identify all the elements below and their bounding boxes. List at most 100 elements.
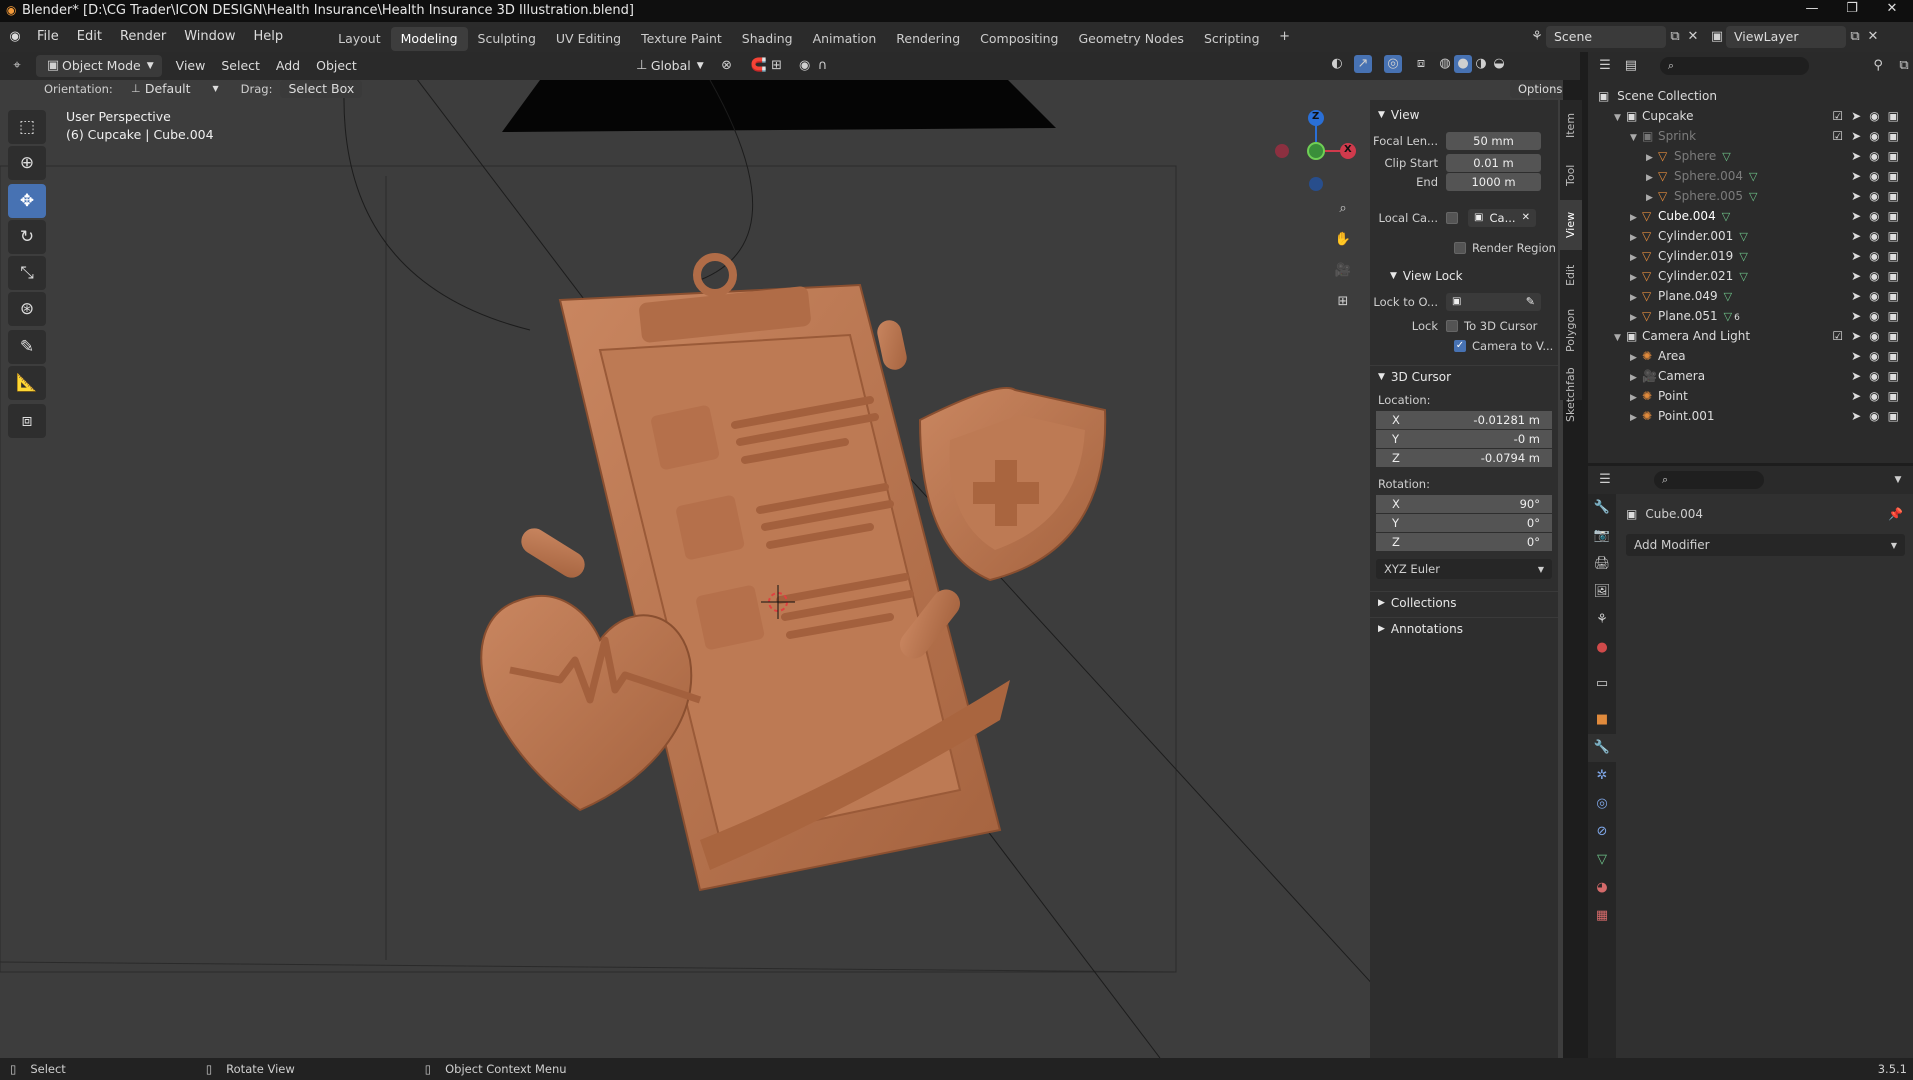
new-collection-icon[interactable]: ⧉ [1895,57,1913,75]
mesh-data-icon[interactable]: ▽ [1724,290,1732,303]
outliner-row[interactable]: ▶ ▽ Sphere.004 ▽ ➤◉▣ [1588,166,1913,186]
properties-editor-icon[interactable]: ☰ [1596,471,1614,489]
orientation-selector[interactable]: ⊥ Default ▼ [119,80,227,98]
expand-right-icon[interactable]: ▶ [1630,268,1642,288]
tool-tab-icon[interactable]: 🔧 [1588,494,1616,522]
viewlayer-selector[interactable]: ViewLayer [1726,26,1846,48]
mesh-data-icon[interactable]: ▽ [1724,310,1732,323]
expand-right-icon[interactable]: ▶ [1630,388,1642,408]
tab-view[interactable]: View [1560,200,1582,250]
mesh-data-icon[interactable]: ▽ [1722,210,1730,223]
lock-to-object-field[interactable]: ▣ ✎ [1446,293,1541,311]
outliner-row[interactable]: ▼ ▣ Cupcake ☑➤◉▣ [1588,106,1913,126]
expand-right-icon[interactable]: ▶ [1646,188,1658,208]
to-3d-cursor-checkbox[interactable] [1446,320,1458,332]
outliner-editor-icon[interactable]: ☰ [1596,57,1614,75]
expand-right-icon[interactable]: ▶ [1630,248,1642,268]
menu-edit[interactable]: Edit [68,22,111,52]
expand-right-icon[interactable]: ▶ [1630,368,1642,388]
outliner-row[interactable]: ▶ ▽ Cylinder.021 ▽ ➤◉▣ [1588,266,1913,286]
location-y-field[interactable]: Y -0 m [1376,430,1552,448]
menu-help[interactable]: Help [245,22,293,52]
menu-window[interactable]: Window [175,22,244,52]
physics-tab-icon[interactable]: ◎ [1588,790,1616,818]
outliner-row[interactable]: ▶ ✺ Point ➤◉▣ [1588,386,1913,406]
minimize-button[interactable]: — [1792,1,1832,21]
tab-sketchfab[interactable]: Sketchfab [1560,360,1582,430]
location-x-field[interactable]: X -0.01281 m [1376,411,1552,429]
outliner-row[interactable]: ▶ ▽ Cube.004 ▽ ➤◉▣ [1588,206,1913,226]
texture-tab-icon[interactable]: ▦ [1588,902,1616,930]
move-tool-icon[interactable]: ✥ [8,184,46,218]
editor-type-icon[interactable]: ⌖ [8,57,26,75]
add-workspace-icon[interactable]: + [1276,28,1294,46]
overlay-icon[interactable]: ◎ [1384,55,1402,73]
scene-pin-icon[interactable]: ⧉ [1666,28,1684,46]
options-button[interactable]: Options [1510,80,1563,98]
expand-right-icon[interactable]: ▶ [1646,168,1658,188]
mesh-data-icon[interactable]: ▽ [1722,150,1730,163]
tab-compositing[interactable]: Compositing [970,27,1068,51]
visibility-toggles[interactable]: ☑➤◉▣ [1832,106,1907,126]
viewport-menu-add[interactable]: Add [268,55,308,77]
transform-tool-icon[interactable]: ⊛ [8,292,46,326]
zoom-icon[interactable]: ⌕ [1330,196,1356,222]
tab-uv-editing[interactable]: UV Editing [546,27,631,51]
modifier-tab-icon[interactable]: 🔧 [1588,734,1616,762]
visibility-toggles[interactable]: ➤◉▣ [1851,406,1907,426]
chevron-down-icon[interactable]: ▼ [1889,471,1907,489]
outliner-row[interactable]: ▶ ▽ Cylinder.019 ▽ ➤◉▣ [1588,246,1913,266]
eyedropper-icon[interactable]: ✎ [1526,293,1535,311]
pin-icon[interactable]: 📌 [1888,507,1903,521]
constraints-tab-icon[interactable]: ⊘ [1588,818,1616,846]
visibility-toggles[interactable]: ➤◉▣ [1851,226,1907,246]
cursor-tool-icon[interactable]: ⊕ [8,146,46,180]
tab-modeling[interactable]: Modeling [390,26,468,51]
navigation-gizmo[interactable]: Z X [1270,106,1360,196]
add-cube-tool-icon[interactable]: ⧈ [8,404,46,438]
material-tab-icon[interactable]: ◕ [1588,874,1616,902]
transform-orientation-selector[interactable]: ⊥ Global ▼ [625,55,712,77]
menu-file[interactable]: File [28,22,68,52]
properties-search-input[interactable]: ⌕ [1654,471,1764,489]
world-tab-icon[interactable]: ● [1588,634,1616,662]
expand-down-icon[interactable]: ▼ [1630,128,1642,148]
expand-right-icon[interactable]: ▶ [1630,408,1642,428]
select-box-tool-icon[interactable]: ⬚ [8,110,46,144]
outliner-search-input[interactable]: ⌕ [1659,57,1810,75]
render-tab-icon[interactable]: 📷 [1588,522,1616,550]
visibility-toggles[interactable]: ➤◉▣ [1851,286,1907,306]
location-z-field[interactable]: Z -0.0794 m [1376,449,1552,467]
3d-viewport[interactable]: Z X ⌕ ✋ 🎥 ⊞ Orientation: ⊥ Default ▼ Dra… [0,80,1563,1058]
outliner-row[interactable]: ▶ ▽ Cylinder.001 ▽ ➤◉▣ [1588,226,1913,246]
local-camera-checkbox[interactable] [1446,212,1458,224]
annotations-section-header[interactable]: ▶ Annotations [1370,617,1558,639]
outliner-row[interactable]: ▶ ✺ Point.001 ➤◉▣ [1588,406,1913,426]
rendered-shading-icon[interactable]: ◒ [1490,55,1508,73]
tab-shading[interactable]: Shading [732,27,803,51]
expand-right-icon[interactable]: ▶ [1630,208,1642,228]
visibility-toggles[interactable]: ➤◉▣ [1851,186,1907,206]
tab-geometry-nodes[interactable]: Geometry Nodes [1069,27,1194,51]
scene-selector[interactable]: Scene [1546,26,1666,48]
scene-tab-icon[interactable]: ⚘ [1588,606,1616,634]
outliner-row[interactable]: ▶ ✺ Area ➤◉▣ [1588,346,1913,366]
expand-right-icon[interactable]: ▶ [1630,228,1642,248]
tab-tool[interactable]: Tool [1560,150,1582,200]
visibility-toggles[interactable]: ➤◉▣ [1851,246,1907,266]
tab-edit[interactable]: Edit [1560,250,1582,300]
viewlayer-copy-icon[interactable]: ⧉ [1846,28,1864,46]
drag-selector[interactable]: Select Box [280,80,363,98]
visibility-toggles[interactable]: ➤◉▣ [1851,366,1907,386]
expand-right-icon[interactable]: ▶ [1630,288,1642,308]
clear-icon[interactable]: ✕ [1522,209,1530,227]
maximize-button[interactable]: ❐ [1832,1,1872,21]
rotation-y-field[interactable]: Y 0° [1376,514,1552,532]
visibility-toggles[interactable]: ➤◉▣ [1851,206,1907,226]
render-region-checkbox[interactable] [1454,242,1466,254]
tab-layout[interactable]: Layout [328,27,391,51]
wireframe-shading-icon[interactable]: ◍ [1436,55,1454,73]
data-tab-icon[interactable]: ▽ [1588,846,1616,874]
camera-to-view-checkbox[interactable]: ✓ [1454,340,1466,352]
outliner-row[interactable]: ▶ ▽ Sphere ▽ ➤◉▣ [1588,146,1913,166]
